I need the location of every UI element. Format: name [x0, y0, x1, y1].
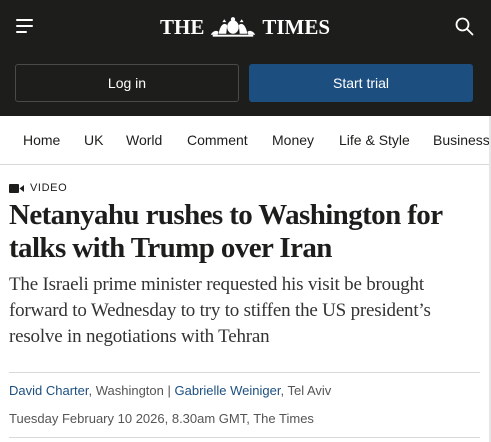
nav-item-money[interactable]: Money: [272, 132, 314, 148]
start-trial-button[interactable]: Start trial: [249, 64, 473, 102]
video-tag: VIDEO: [9, 181, 67, 195]
hamburger-menu-icon[interactable]: [16, 19, 33, 33]
article-headline: Netanyahu rushes to Washington for talks…: [9, 199, 443, 264]
video-tag-label: VIDEO: [30, 182, 68, 194]
brand-times: TIMES: [262, 14, 330, 39]
byline-divider-top: [9, 372, 480, 373]
top-bar: THE TIMES: [0, 0, 491, 53]
nav-item-comment[interactable]: Comment: [187, 132, 248, 148]
byline: David Charter, Washington | Gabrielle We…: [9, 383, 331, 398]
nav-item-world[interactable]: World: [126, 132, 162, 148]
nav-item-life-style[interactable]: Life & Style: [339, 132, 410, 148]
nav-item-home[interactable]: Home: [23, 132, 60, 148]
author-link-david-charter[interactable]: David Charter: [9, 383, 88, 398]
video-camera-icon: [9, 183, 24, 193]
nav-item-uk[interactable]: UK: [84, 132, 103, 148]
login-button[interactable]: Log in: [15, 64, 239, 102]
masthead-logo[interactable]: THE TIMES: [160, 13, 330, 41]
author-location-tel-aviv: , Tel Aviv: [280, 383, 332, 398]
royal-crest-icon: [211, 17, 256, 37]
byline-divider-bottom: [9, 437, 480, 438]
publish-date: Tuesday February 10 2026, 8.30am GMT, Th…: [9, 411, 314, 426]
author-separator: |: [163, 383, 175, 398]
author-link-gabrielle-weiniger[interactable]: Gabrielle Weiniger: [175, 383, 281, 398]
auth-bar: Log in Start trial: [0, 53, 491, 116]
search-icon[interactable]: [455, 17, 474, 36]
nav-item-business[interactable]: Business: [433, 132, 490, 148]
brand-the: THE: [160, 14, 205, 39]
section-nav: Home UK World Comment Money Life & Style…: [0, 116, 491, 165]
author-location-washington: , Washington: [88, 383, 164, 398]
article-standfirst: The Israeli prime minister requested his…: [9, 274, 431, 347]
